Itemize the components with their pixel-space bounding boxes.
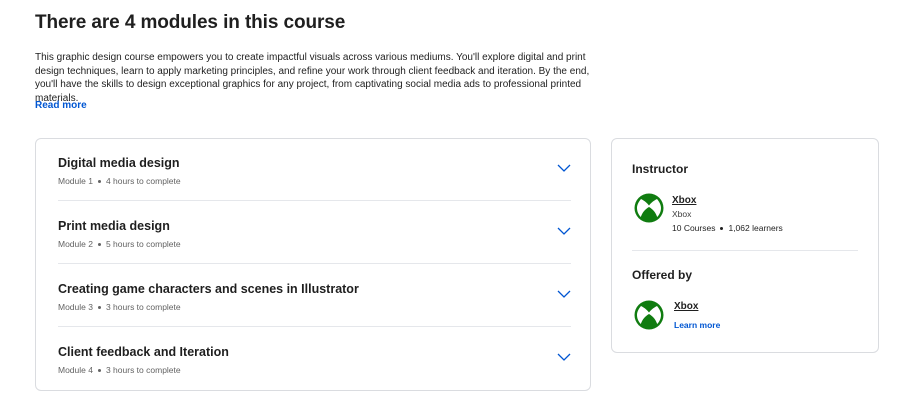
separator-dot (97, 305, 101, 309)
chevron-down-icon[interactable] (557, 289, 571, 299)
course-sidebar: Instructor Xbox Xbox 10 Courses 1,062 le… (611, 138, 879, 353)
instructor-learners: 1,062 learners (728, 223, 783, 233)
module-item-3[interactable]: Creating game characters and scenes in I… (58, 265, 571, 327)
module-item-2[interactable]: Print media design Module 2 5 hours to c… (58, 202, 571, 264)
separator-dot (97, 179, 101, 183)
separator-dot (720, 226, 724, 230)
course-description: This graphic design course empowers you … (35, 52, 590, 104)
module-title: Digital media design (58, 156, 180, 170)
module-number: Module 2 (58, 239, 93, 249)
instructor-stats: 10 Courses 1,062 learners (672, 223, 783, 233)
module-item-4[interactable]: Client feedback and Iteration Module 4 3… (58, 328, 571, 390)
xbox-logo-icon (634, 300, 664, 330)
divider (58, 326, 571, 327)
separator-dot (97, 242, 101, 246)
xbox-logo-icon (634, 193, 664, 223)
read-more-link[interactable]: Read more (35, 100, 87, 111)
modules-list: Digital media design Module 1 4 hours to… (35, 138, 591, 391)
module-title: Creating game characters and scenes in I… (58, 282, 359, 296)
offered-by-name-link[interactable]: Xbox (674, 301, 698, 312)
divider (58, 263, 571, 264)
page-title: There are 4 modules in this course (35, 12, 346, 33)
module-duration: 3 hours to complete (105, 365, 181, 375)
chevron-down-icon[interactable] (557, 226, 571, 236)
module-title: Client feedback and Iteration (58, 345, 229, 359)
module-meta: Module 1 4 hours to complete (58, 176, 181, 186)
divider (632, 250, 858, 251)
offered-by-heading: Offered by (632, 268, 693, 282)
module-meta: Module 2 5 hours to complete (58, 239, 181, 249)
module-duration: 3 hours to complete (105, 302, 181, 312)
instructor-courses: 10 Courses (672, 223, 716, 233)
separator-dot (97, 368, 101, 372)
module-item-1[interactable]: Digital media design Module 1 4 hours to… (58, 139, 571, 201)
module-meta: Module 4 3 hours to complete (58, 365, 181, 375)
instructor-org: Xbox (672, 209, 692, 219)
chevron-down-icon[interactable] (557, 352, 571, 362)
instructor-heading: Instructor (632, 162, 689, 176)
module-duration: 4 hours to complete (105, 176, 181, 186)
learn-more-link[interactable]: Learn more (674, 320, 720, 330)
module-number: Module 3 (58, 302, 93, 312)
module-meta: Module 3 3 hours to complete (58, 302, 181, 312)
module-number: Module 1 (58, 176, 93, 186)
instructor-name-link[interactable]: Xbox (672, 195, 696, 206)
module-duration: 5 hours to complete (105, 239, 181, 249)
module-number: Module 4 (58, 365, 93, 375)
divider (58, 200, 571, 201)
chevron-down-icon[interactable] (557, 163, 571, 173)
module-title: Print media design (58, 219, 170, 233)
